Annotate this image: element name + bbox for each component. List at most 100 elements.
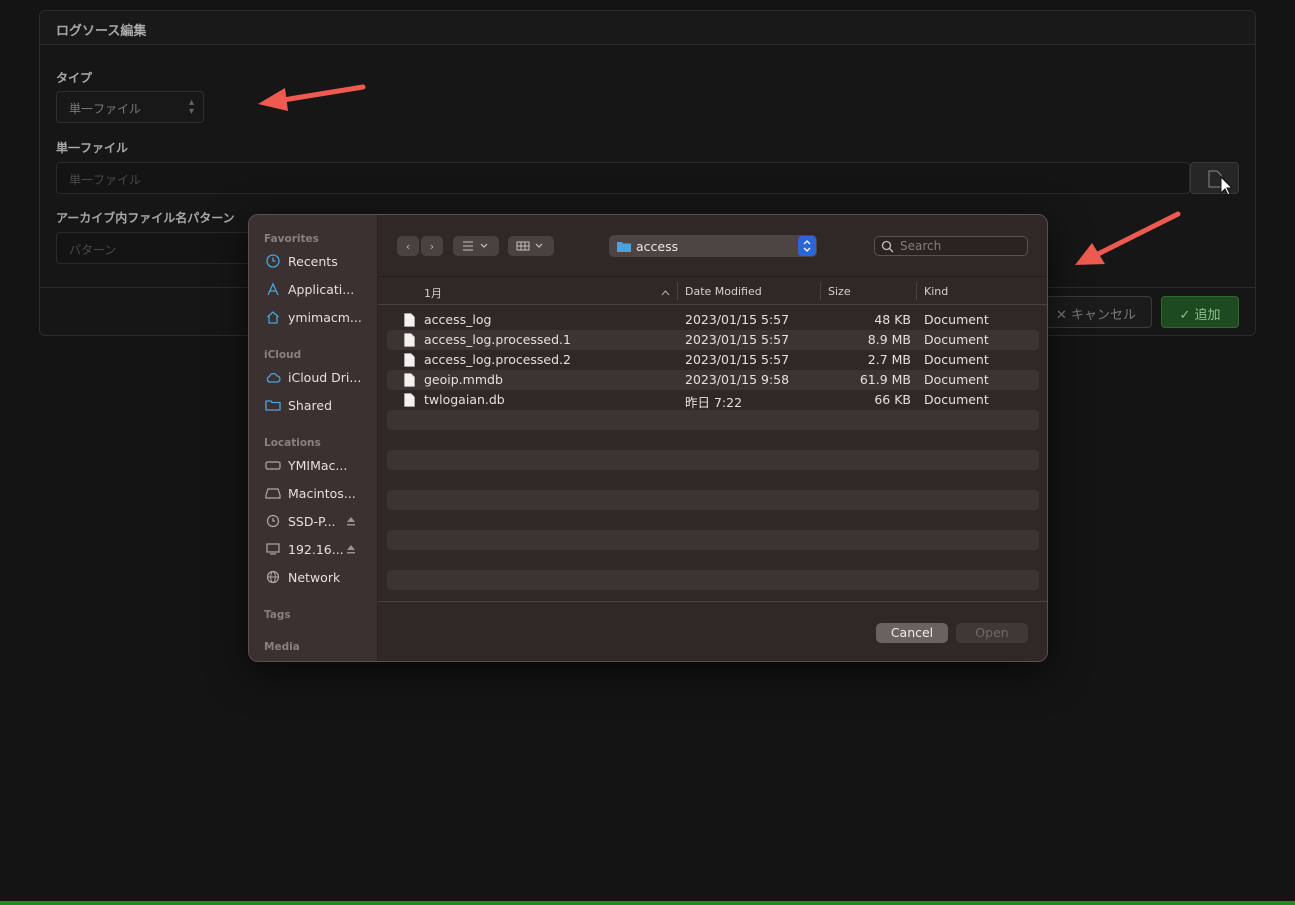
sidebar-item-label: Macintos... (288, 485, 356, 501)
list-view-button[interactable] (453, 236, 499, 256)
folder-path-popup[interactable]: access (609, 235, 817, 257)
file-size: 2.7 MB (867, 352, 911, 367)
annotation-arrow-type (258, 84, 366, 111)
sidebar-item-label: Applicati... (288, 281, 355, 297)
select-caret-icon: ▴ ▾ (188, 97, 194, 117)
globe-icon (264, 570, 282, 584)
empty-row (387, 530, 1039, 550)
add-label: 追加 (1194, 308, 1221, 323)
file-name: access_log.processed.1 (424, 332, 571, 347)
sidebar-item-label: 192.16... (288, 541, 344, 557)
file-date: 2023/01/15 5:57 (685, 352, 790, 367)
sidebar-section-icloud: iCloud (264, 349, 302, 361)
document-icon (404, 313, 415, 327)
dialog-footer: Cancel Open (378, 601, 1047, 661)
panel-title: ログソース編集 (40, 11, 1255, 45)
file-date: 2023/01/15 9:58 (685, 372, 790, 387)
sidebar-item-label: iCloud Dri... (288, 369, 362, 385)
document-icon (404, 353, 415, 367)
search-field[interactable]: Search (874, 236, 1028, 256)
file-size: 66 KB (874, 392, 911, 407)
file-row[interactable]: access_log 2023/01/15 5:57 48 KB Documen… (387, 310, 1039, 330)
column-divider (916, 282, 917, 300)
eject-icon[interactable] (346, 542, 356, 557)
column-header-size[interactable]: Size (828, 285, 851, 298)
eject-icon[interactable] (346, 514, 356, 529)
sidebar-section-tags: Tags (264, 609, 291, 621)
file-date: 昨日 7:22 (685, 395, 743, 410)
file-row[interactable]: twlogaian.db 昨日 7:22 66 KB Document (387, 390, 1039, 410)
empty-row (387, 550, 1039, 570)
file-name: access_log (424, 312, 492, 327)
check-icon: ✓ (1179, 308, 1195, 323)
file-size: 48 KB (874, 312, 911, 327)
empty-row (387, 410, 1039, 430)
file-row[interactable]: geoip.mmdb 2023/01/15 9:58 61.9 MB Docum… (387, 370, 1039, 390)
type-select-value: 単一ファイル (69, 102, 142, 116)
empty-row (387, 510, 1039, 530)
empty-row (387, 570, 1039, 590)
add-button[interactable]: ✓ 追加 (1161, 296, 1239, 328)
monitor-icon (264, 543, 282, 555)
sidebar-item-shared[interactable]: Shared (264, 394, 374, 416)
drive-icon (264, 460, 282, 470)
document-icon (404, 393, 415, 407)
sidebar-item-applications[interactable]: Applicati... (264, 278, 374, 300)
file-row[interactable]: access_log.processed.2 2023/01/15 5:57 2… (387, 350, 1039, 370)
file-label: 単一ファイル (56, 141, 129, 155)
sidebar-item-mac[interactable]: YMIMac... (264, 454, 374, 476)
file-kind: Document (924, 372, 989, 387)
document-icon (404, 333, 415, 347)
clock-icon (264, 254, 282, 268)
sidebar-item-network-server[interactable]: 192.16... (264, 538, 374, 560)
column-header-kind[interactable]: Kind (924, 285, 948, 298)
list-view-icon (463, 241, 488, 251)
column-divider (677, 282, 678, 300)
file-kind: Document (924, 312, 989, 327)
search-placeholder: Search (900, 239, 942, 253)
search-icon (881, 240, 894, 252)
column-divider (820, 282, 821, 300)
shared-folder-icon (264, 399, 282, 411)
icon-view-button[interactable] (508, 236, 554, 256)
sidebar-item-label: Recents (288, 253, 338, 269)
sidebar-section-favorites: Favorites (264, 233, 319, 245)
file-path-input[interactable]: 単一ファイル (56, 162, 1190, 194)
type-select[interactable]: 単一ファイル ▴ ▾ (56, 91, 204, 123)
sidebar-item-ssd[interactable]: SSD-P... (264, 510, 374, 532)
file-size: 61.9 MB (859, 372, 911, 387)
stepper-chevrons-icon (798, 236, 816, 256)
cancel-button[interactable]: ✕ キャンセル (1040, 296, 1152, 328)
dialog-open-button[interactable]: Open (956, 623, 1028, 643)
cloud-icon (264, 371, 282, 383)
annotation-arrow-dialog (1075, 211, 1181, 265)
sidebar-section-media: Media (264, 641, 300, 653)
file-row[interactable]: access_log.processed.1 2023/01/15 5:57 8… (387, 330, 1039, 350)
file-date: 2023/01/15 5:57 (685, 312, 790, 327)
file-kind: Document (924, 352, 989, 367)
sidebar-item-recents[interactable]: Recents (264, 250, 374, 272)
column-header-date[interactable]: Date Modified (685, 285, 762, 298)
sidebar-item-home[interactable]: ymimacm... (264, 306, 374, 328)
file-open-dialog: Favorites Recents Applicati... ymimacm..… (248, 214, 1048, 662)
disk-icon (264, 487, 282, 499)
sidebar-item-macintosh-hd[interactable]: Macintos... (264, 482, 374, 504)
file-size: 8.9 MB (867, 332, 911, 347)
document-icon (1208, 170, 1234, 196)
column-header-name[interactable]: 1月 (424, 285, 442, 301)
sidebar-item-label: SSD-P... (288, 513, 336, 529)
browse-file-button[interactable] (1190, 162, 1239, 196)
file-date: 2023/01/15 5:57 (685, 332, 790, 347)
chevron-left-icon: ‹ (405, 239, 411, 253)
sidebar-item-network[interactable]: Network (264, 566, 374, 588)
chevron-right-icon: › (429, 239, 435, 253)
sidebar-item-label: YMIMac... (288, 457, 348, 473)
applications-icon (264, 282, 282, 296)
back-button[interactable]: ‹ (397, 236, 419, 256)
dialog-cancel-button[interactable]: Cancel (876, 623, 948, 643)
sort-ascending-icon (661, 286, 670, 299)
file-kind: Document (924, 392, 989, 407)
forward-button[interactable]: › (421, 236, 443, 256)
sidebar-item-icloud-drive[interactable]: iCloud Dri... (264, 366, 374, 388)
type-label: タイプ (56, 71, 93, 85)
